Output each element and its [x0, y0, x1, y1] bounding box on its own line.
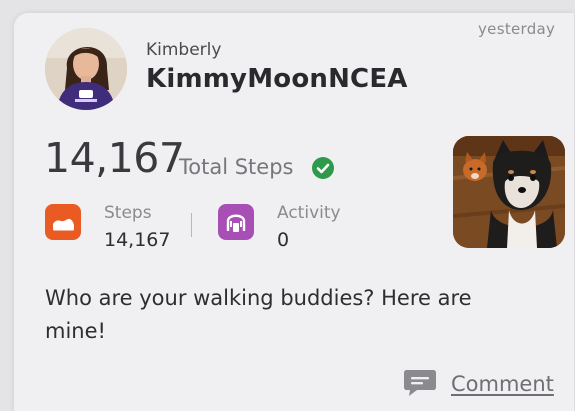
- activity-icon: [218, 204, 254, 240]
- steps-stat-label: Steps: [104, 203, 152, 223]
- steps-stat-value: 14,167: [104, 229, 171, 251]
- post-photo[interactable]: [453, 136, 565, 248]
- post-message: Who are your walking buddies? Here are m…: [45, 286, 472, 343]
- comment-link[interactable]: Comment: [451, 372, 554, 396]
- post-timestamp: yesterday: [478, 20, 556, 38]
- speech-bubble-icon[interactable]: [403, 368, 437, 398]
- check-circle-icon: [312, 157, 334, 179]
- total-steps-value: 14,167: [44, 134, 185, 182]
- username[interactable]: KimmyMoonNCEA: [146, 64, 408, 94]
- dogs-photo: [453, 136, 565, 248]
- avatar[interactable]: [45, 28, 127, 110]
- avatar-photo: [45, 28, 127, 110]
- display-name: Kimberly: [146, 40, 222, 60]
- activity-stat-value: 0: [277, 229, 290, 251]
- shoe-icon: [45, 204, 81, 240]
- activity-stat-label: Activity: [277, 203, 341, 223]
- stats-divider: [191, 213, 192, 237]
- total-steps-label: Total Steps: [179, 155, 294, 179]
